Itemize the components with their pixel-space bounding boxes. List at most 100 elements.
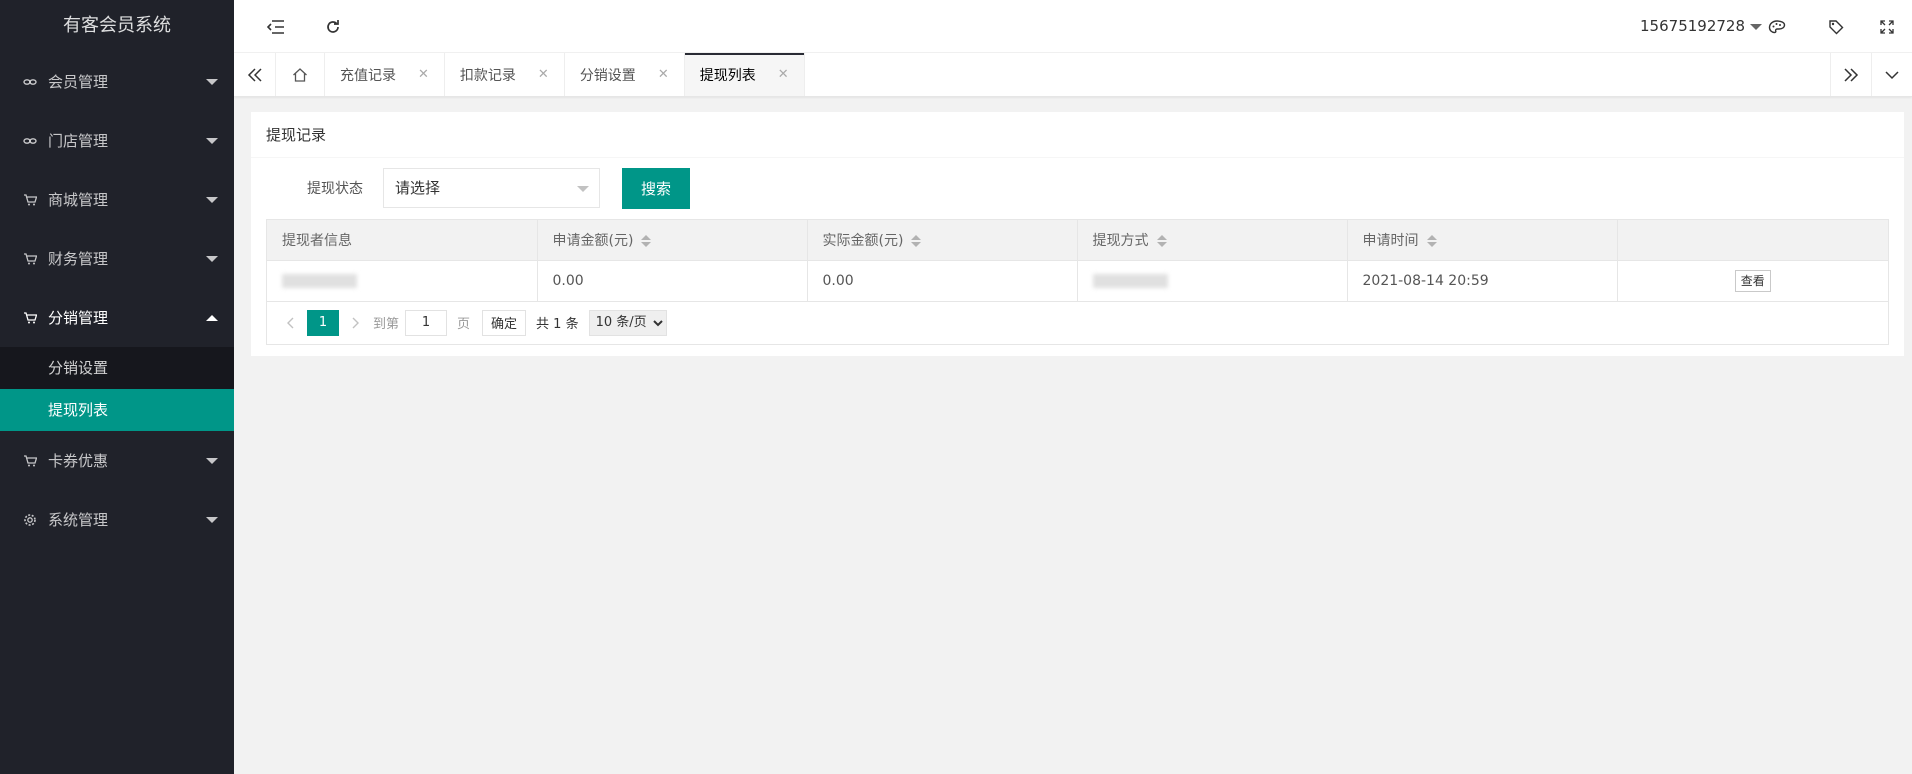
tab-label: 分销设置 (579, 67, 636, 84)
sidebar-item-label: 卡券优惠 (48, 452, 109, 470)
caret-down-icon (577, 186, 589, 192)
link-icon (22, 133, 38, 149)
sidebar-item-mall[interactable]: 商城管理 (0, 170, 234, 229)
cart-icon (22, 453, 38, 469)
close-icon[interactable]: ✕ (538, 67, 549, 82)
tab-recharge-records[interactable]: 充值记录 ✕ (325, 53, 445, 96)
col-header-actions (1617, 220, 1888, 261)
close-icon[interactable]: ✕ (418, 67, 429, 82)
caret-down-icon (206, 255, 218, 262)
sidebar-subitem-distribution-settings[interactable]: 分销设置 (0, 347, 234, 389)
tabs-menu-button[interactable] (1872, 53, 1912, 96)
link-icon (22, 74, 38, 90)
caret-down-icon (206, 516, 218, 523)
cell-method (1077, 260, 1348, 302)
sidebar-item-label: 会员管理 (48, 73, 109, 91)
goto-page-input[interactable] (405, 309, 448, 336)
sidebar-item-distribution[interactable]: 分销管理 (0, 288, 234, 347)
page-label: 页 (457, 317, 471, 332)
user-menu[interactable]: 15675192728 (1640, 0, 1762, 53)
table-row: 0.00 0.00 2021-08-14 20:59 查看 (267, 260, 1888, 302)
chevron-down-icon (1885, 70, 1899, 79)
search-button[interactable]: 搜索 (622, 168, 690, 209)
sort-icon[interactable] (1426, 234, 1437, 247)
sidebar-item-label: 门店管理 (48, 132, 109, 150)
caret-down-icon (206, 457, 218, 464)
card-title: 提现记录 (251, 112, 1904, 158)
app-logo: 有客会员系统 (63, 15, 171, 36)
col-header-apply-time[interactable]: 申请时间 (1347, 220, 1618, 261)
caret-down-icon (206, 196, 218, 203)
sort-icon[interactable] (911, 234, 922, 247)
cart-icon (22, 310, 38, 326)
close-icon[interactable]: ✕ (778, 67, 789, 82)
sidebar-item-coupons[interactable]: 卡券优惠 (0, 431, 234, 490)
withdraw-table: 提现者信息 申请金额(元) 实际金额(元) 提现方式 申请时间 0.00 0.0… (266, 219, 1889, 345)
chevron-left-icon (287, 317, 294, 328)
col-header-withdrawer: 提现者信息 (267, 220, 538, 261)
redacted-text (282, 273, 357, 288)
prev-page-button[interactable] (279, 310, 301, 336)
sort-icon[interactable] (1156, 234, 1167, 247)
tabs-scroll-right-button[interactable] (1830, 53, 1872, 96)
table-header-row: 提现者信息 申请金额(元) 实际金额(元) 提现方式 申请时间 (267, 220, 1888, 261)
sidebar-item-finance[interactable]: 财务管理 (0, 229, 234, 288)
refresh-button[interactable] (308, 0, 358, 53)
cell-actions: 查看 (1617, 260, 1888, 302)
withdraw-status-select[interactable]: 请选择 (383, 168, 600, 208)
col-header-apply-amount[interactable]: 申请金额(元) (537, 220, 808, 261)
theme-button[interactable] (1752, 0, 1802, 53)
sort-icon[interactable] (641, 234, 652, 247)
view-button[interactable]: 查看 (1734, 269, 1771, 292)
caret-down-icon (206, 137, 218, 144)
cart-icon (22, 251, 38, 267)
tabs-bar: 充值记录 ✕ 扣款记录 ✕ 分销设置 ✕ 提现列表 ✕ (234, 53, 1912, 97)
gear-icon (22, 512, 38, 528)
cell-apply-time: 2021-08-14 20:59 (1347, 260, 1618, 302)
sidebar-item-label: 商城管理 (48, 191, 109, 209)
menu-toggle-button[interactable] (251, 0, 301, 53)
tab-distribution-settings[interactable]: 分销设置 ✕ (565, 53, 685, 96)
tab-list: 充值记录 ✕ 扣款记录 ✕ 分销设置 ✕ 提现列表 ✕ (276, 53, 805, 96)
sidebar-subitem-withdraw-list[interactable]: 提现列表 (0, 389, 234, 431)
fullscreen-icon (1880, 19, 1894, 34)
col-header-actual-amount[interactable]: 实际金额(元) (807, 220, 1078, 261)
sidebar-item-label: 系统管理 (48, 511, 109, 529)
sidebar-item-stores[interactable]: 门店管理 (0, 111, 234, 170)
sidebar-item-label: 财务管理 (48, 250, 109, 268)
tag-button[interactable] (1811, 0, 1861, 53)
total-count: 共 1 条 (536, 317, 579, 332)
sidebar-item-system[interactable]: 系统管理 (0, 490, 234, 549)
double-chevron-right-icon (1844, 67, 1859, 82)
cell-apply-amount: 0.00 (537, 260, 808, 302)
cell-withdrawer (267, 260, 538, 302)
fullscreen-button[interactable] (1862, 0, 1912, 53)
pagination: 1 到第 页 确定 共 1 条 10 条/页 (267, 302, 1888, 344)
sidebar-item-label: 分销管理 (48, 309, 109, 327)
next-page-button[interactable] (345, 310, 367, 336)
close-icon[interactable]: ✕ (658, 67, 669, 82)
distribution-submenu: 分销设置 提现列表 (0, 347, 234, 431)
cart-icon (22, 192, 38, 208)
double-chevron-left-icon (247, 67, 262, 82)
page-current[interactable]: 1 (307, 309, 339, 336)
page-size-select[interactable]: 10 条/页 (588, 309, 667, 336)
chevron-right-icon (352, 317, 359, 328)
goto-label: 到第 (373, 317, 400, 332)
tab-label: 提现列表 (699, 67, 756, 84)
tag-icon (1829, 19, 1844, 34)
caret-down-icon (206, 78, 218, 85)
tabs-scroll-left-button[interactable] (234, 53, 276, 96)
goto-confirm-button[interactable]: 确定 (482, 309, 527, 336)
sidebar-item-members[interactable]: 会员管理 (0, 52, 234, 111)
tab-home[interactable] (276, 53, 325, 96)
tab-deduction-records[interactable]: 扣款记录 ✕ (445, 53, 565, 96)
home-icon (293, 67, 307, 82)
top-header: 15675192728 (234, 0, 1912, 53)
filter-status-label: 提现状态 (307, 181, 363, 197)
sidebar: 有客会员系统 会员管理 门店管理 商城管理 财务管理 分销管理 分销设置 提现列… (0, 0, 234, 774)
col-header-method[interactable]: 提现方式 (1077, 220, 1348, 261)
menu-fold-icon (267, 19, 284, 34)
refresh-icon (327, 19, 339, 33)
tab-withdraw-list[interactable]: 提现列表 ✕ (684, 53, 805, 96)
